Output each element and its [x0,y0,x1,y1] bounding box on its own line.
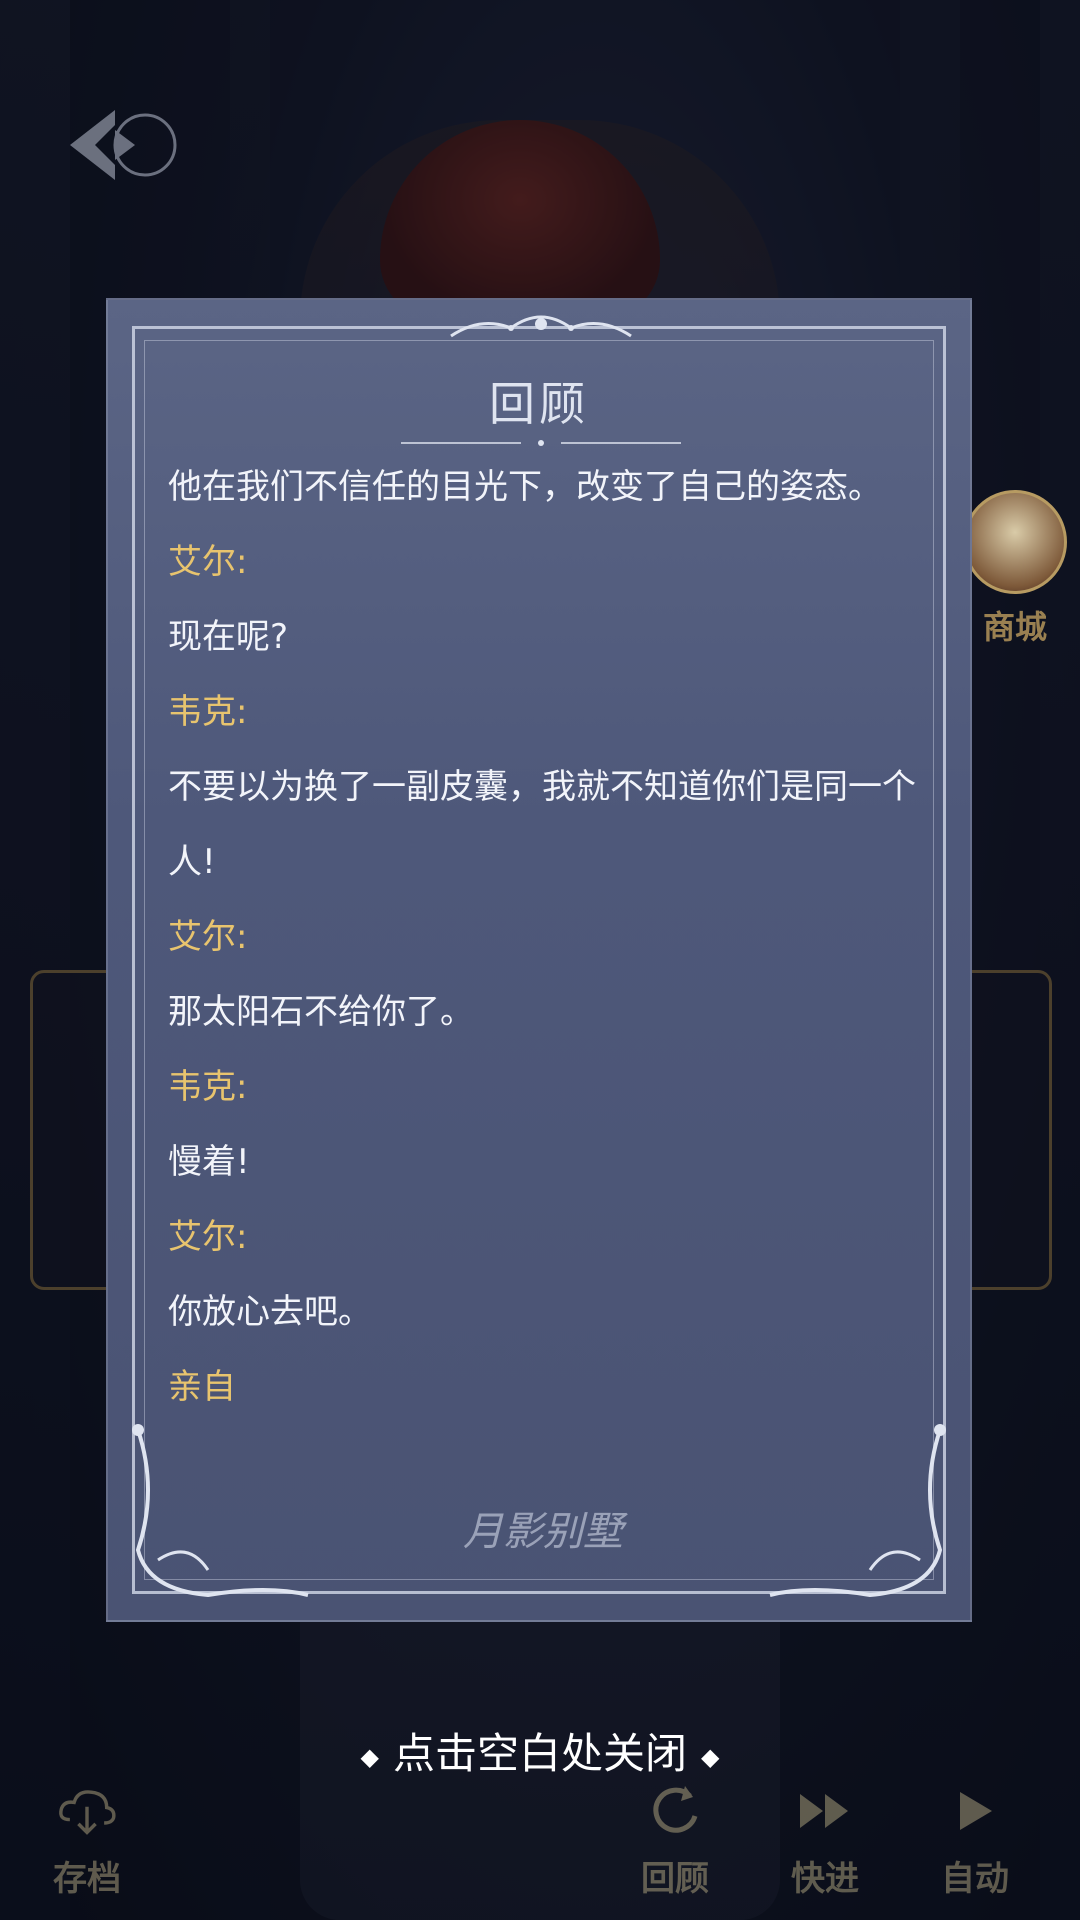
cloud-save-icon [57,1781,117,1841]
play-icon [945,1781,1005,1841]
logo-watermark: 月影别墅 [463,1509,623,1555]
save-button[interactable]: 存档 [22,1750,152,1900]
back-button[interactable] [55,90,185,200]
ornament-bottom-right [769,1424,946,1598]
skip-label: 快进 [791,1859,859,1899]
review-panel: 回顾 他在我们不信任的目光下，改变了自己的姿态。 艾尔: 现在呢? 韦克: 不要… [106,298,972,1622]
title-divider [401,440,681,446]
log-text: 他在我们不信任的目光下，改变了自己的姿态。 [168,467,882,507]
review-log[interactable]: 他在我们不信任的目光下，改变了自己的姿态。 艾尔: 现在呢? 韦克: 不要以为换… [168,450,928,1466]
replay-icon [645,1781,705,1841]
diamond-icon: ◆ [360,1742,379,1771]
auto-button[interactable]: 自动 [910,1750,1040,1900]
log-speaker: 韦克: [168,1067,248,1107]
log-text: 那太阳石不给你了。 [168,992,474,1032]
log-speaker: 艾尔: [168,542,248,582]
log-text: 慢着! [168,1142,250,1182]
review-title: 回顾 [489,377,589,431]
save-label: 存档 [53,1859,121,1899]
fast-forward-icon [795,1781,855,1841]
log-speaker: 韦克: [168,692,248,732]
log-speaker: 艾尔: [168,1217,248,1257]
log-text: 你放心去吧。 [168,1292,372,1332]
store-button[interactable]: 商城 [960,490,1070,660]
ornament-top [450,315,632,338]
ornament-bottom-left [132,1424,309,1598]
store-label: 商城 [982,608,1047,646]
back-arrow-icon [70,110,177,180]
review-button[interactable]: 回顾 [610,1750,740,1900]
review-label: 回顾 [641,1859,709,1899]
log-speaker: 艾尔: [168,917,248,957]
skip-button[interactable]: 快进 [760,1750,890,1900]
log-text: 不要以为换了一副皮囊，我就不知道你们是同一个人! [168,767,916,882]
store-avatar [963,490,1067,594]
log-text: 现在呢? [168,617,289,657]
auto-label: 自动 [941,1859,1009,1899]
